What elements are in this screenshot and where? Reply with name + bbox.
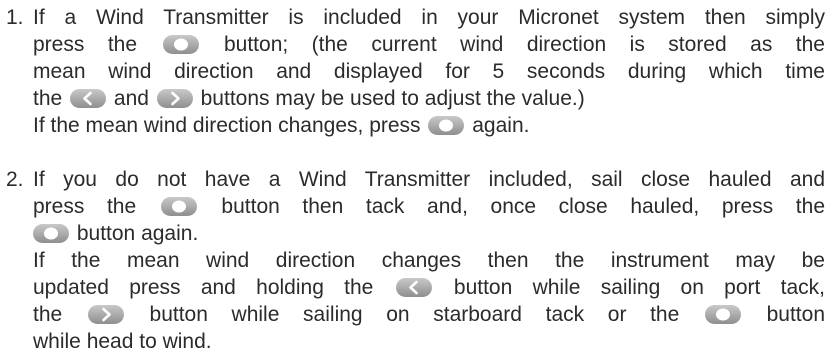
round-button-icon bbox=[428, 116, 465, 135]
left-arrow-button-icon bbox=[395, 278, 432, 297]
text-line: press the button then tack and, once clo… bbox=[33, 195, 825, 218]
item-body: If you do not have a Wind Transmitter in… bbox=[33, 166, 825, 355]
text-line: If you do not have a Wind Transmitter in… bbox=[33, 168, 825, 191]
text-line: If a Wind Transmitter is included in you… bbox=[33, 6, 825, 29]
text-line: If the mean wind direction changes, pres… bbox=[33, 114, 530, 137]
item-body: If a Wind Transmitter is included in you… bbox=[33, 4, 825, 139]
round-button-icon bbox=[33, 224, 69, 243]
round-button-icon bbox=[704, 305, 741, 324]
text-line: mean wind direction and displayed for 5 … bbox=[33, 60, 825, 83]
item-number: 2. bbox=[6, 168, 24, 191]
left-arrow-button-icon bbox=[70, 89, 107, 108]
text-line: the button while sailing on starboard ta… bbox=[33, 303, 825, 326]
instruction-document: 1. If a Wind Transmitter is included in … bbox=[0, 0, 839, 353]
item-number: 1. bbox=[6, 6, 24, 29]
list-item: 2. If you do not have a Wind Transmitter… bbox=[0, 166, 825, 355]
text-line: while head to wind. bbox=[33, 330, 212, 353]
right-arrow-button-icon bbox=[156, 89, 193, 108]
round-button-icon bbox=[160, 197, 197, 216]
list-item: 1. If a Wind Transmitter is included in … bbox=[0, 4, 825, 139]
right-arrow-button-icon bbox=[87, 305, 124, 324]
text-line: updated press and holding the button whi… bbox=[33, 276, 825, 299]
round-button-icon bbox=[162, 35, 199, 54]
text-line: If the mean wind direction changes then … bbox=[33, 249, 825, 272]
text-line: button again. bbox=[33, 220, 825, 247]
text-line: press the button; (the current wind dire… bbox=[33, 33, 825, 56]
text-line: the and buttons may be used to adjust th… bbox=[33, 87, 585, 110]
